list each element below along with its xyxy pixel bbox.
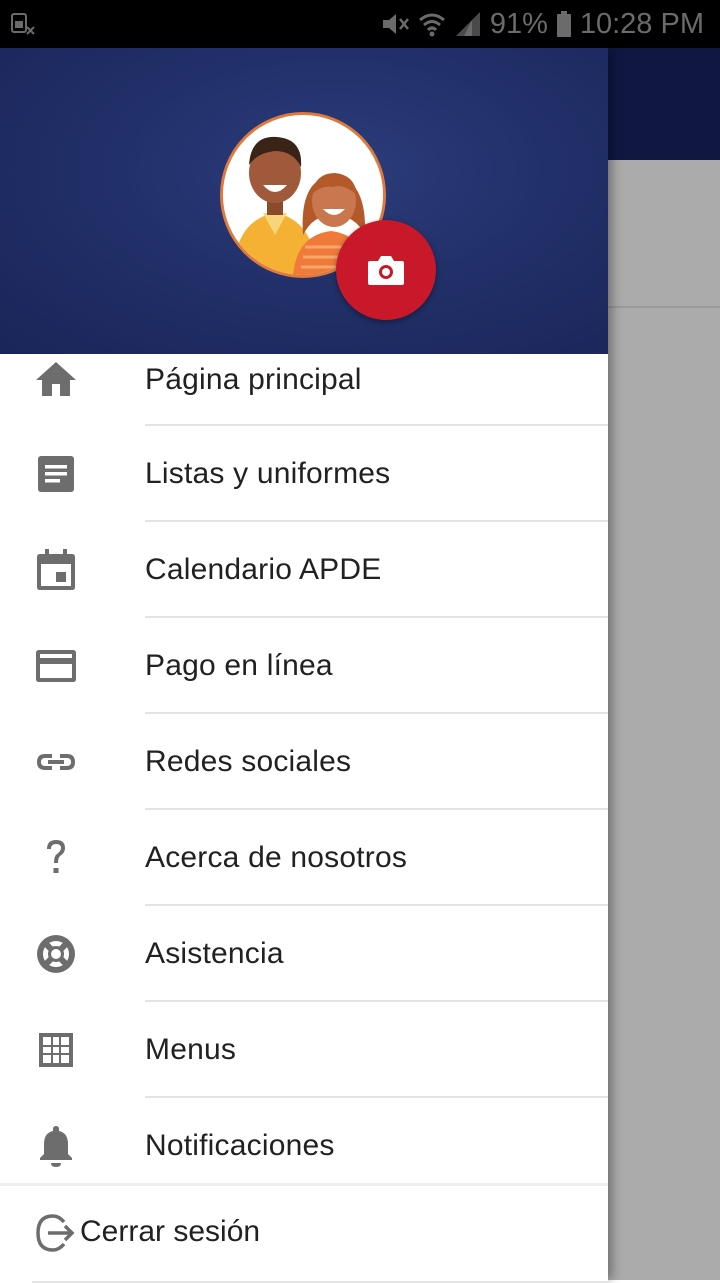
menu-item-label: Calendario APDE — [145, 553, 382, 586]
credit-card-icon — [32, 642, 80, 690]
menu-item-calendario[interactable]: Calendario APDE — [0, 522, 608, 618]
drawer-header — [0, 48, 608, 354]
logout-icon — [34, 1212, 76, 1254]
logout-row[interactable]: Cerrar sesión — [0, 1183, 608, 1283]
link-icon — [32, 738, 80, 786]
document-icon — [32, 450, 80, 498]
menu-item-label: Acerca de nosotros — [145, 841, 408, 874]
menu-item-label: Pago en línea — [145, 649, 333, 682]
help-icon — [32, 834, 80, 882]
change-photo-button[interactable] — [336, 220, 436, 320]
battery-percent: 91% — [489, 7, 548, 40]
menu-item-menus[interactable]: Menus — [0, 1002, 608, 1098]
background-divider — [608, 306, 720, 308]
mute-icon — [380, 10, 410, 38]
menu-item-redes-sociales[interactable]: Redes sociales — [0, 714, 608, 810]
menu-item-pagina-principal[interactable]: Página principal — [0, 354, 608, 426]
drawer-menu: Página principal Listas y uniformes Cale… — [0, 354, 608, 1194]
menu-item-notificaciones[interactable]: Notificaciones — [0, 1098, 608, 1194]
wifi-icon — [418, 10, 446, 38]
cell-signal-icon — [454, 10, 482, 38]
home-icon — [32, 356, 80, 404]
calendar-icon — [32, 546, 80, 594]
menu-item-label: Notificaciones — [145, 1129, 335, 1162]
menu-item-pago-linea[interactable]: Pago en línea — [0, 618, 608, 714]
menu-item-label: Asistencia — [145, 937, 284, 970]
navigation-drawer: Página principal Listas y uniformes Cale… — [0, 48, 608, 1283]
lifebuoy-icon — [32, 930, 80, 978]
clock: 10:28 PM — [579, 7, 704, 40]
menu-item-label: Menus — [145, 1033, 237, 1066]
drawer-scrim[interactable] — [608, 160, 720, 1280]
battery-icon — [556, 10, 572, 38]
menu-item-label: Página principal — [145, 363, 362, 396]
grid-icon — [32, 1026, 80, 1074]
menu-item-label: Listas y uniformes — [145, 457, 391, 490]
menu-item-acerca-nosotros[interactable]: Acerca de nosotros — [0, 810, 608, 906]
camera-icon — [366, 253, 406, 287]
background-app-bar — [608, 48, 720, 160]
menu-item-asistencia[interactable]: Asistencia — [0, 906, 608, 1002]
menu-item-label: Redes sociales — [145, 745, 352, 778]
status-bar: 91% 10:28 PM — [0, 0, 720, 48]
sim-card-x-icon — [10, 12, 36, 36]
menu-item-listas-uniformes[interactable]: Listas y uniformes — [0, 426, 608, 522]
bell-icon — [32, 1122, 80, 1170]
logout-label: Cerrar sesión — [80, 1215, 261, 1248]
